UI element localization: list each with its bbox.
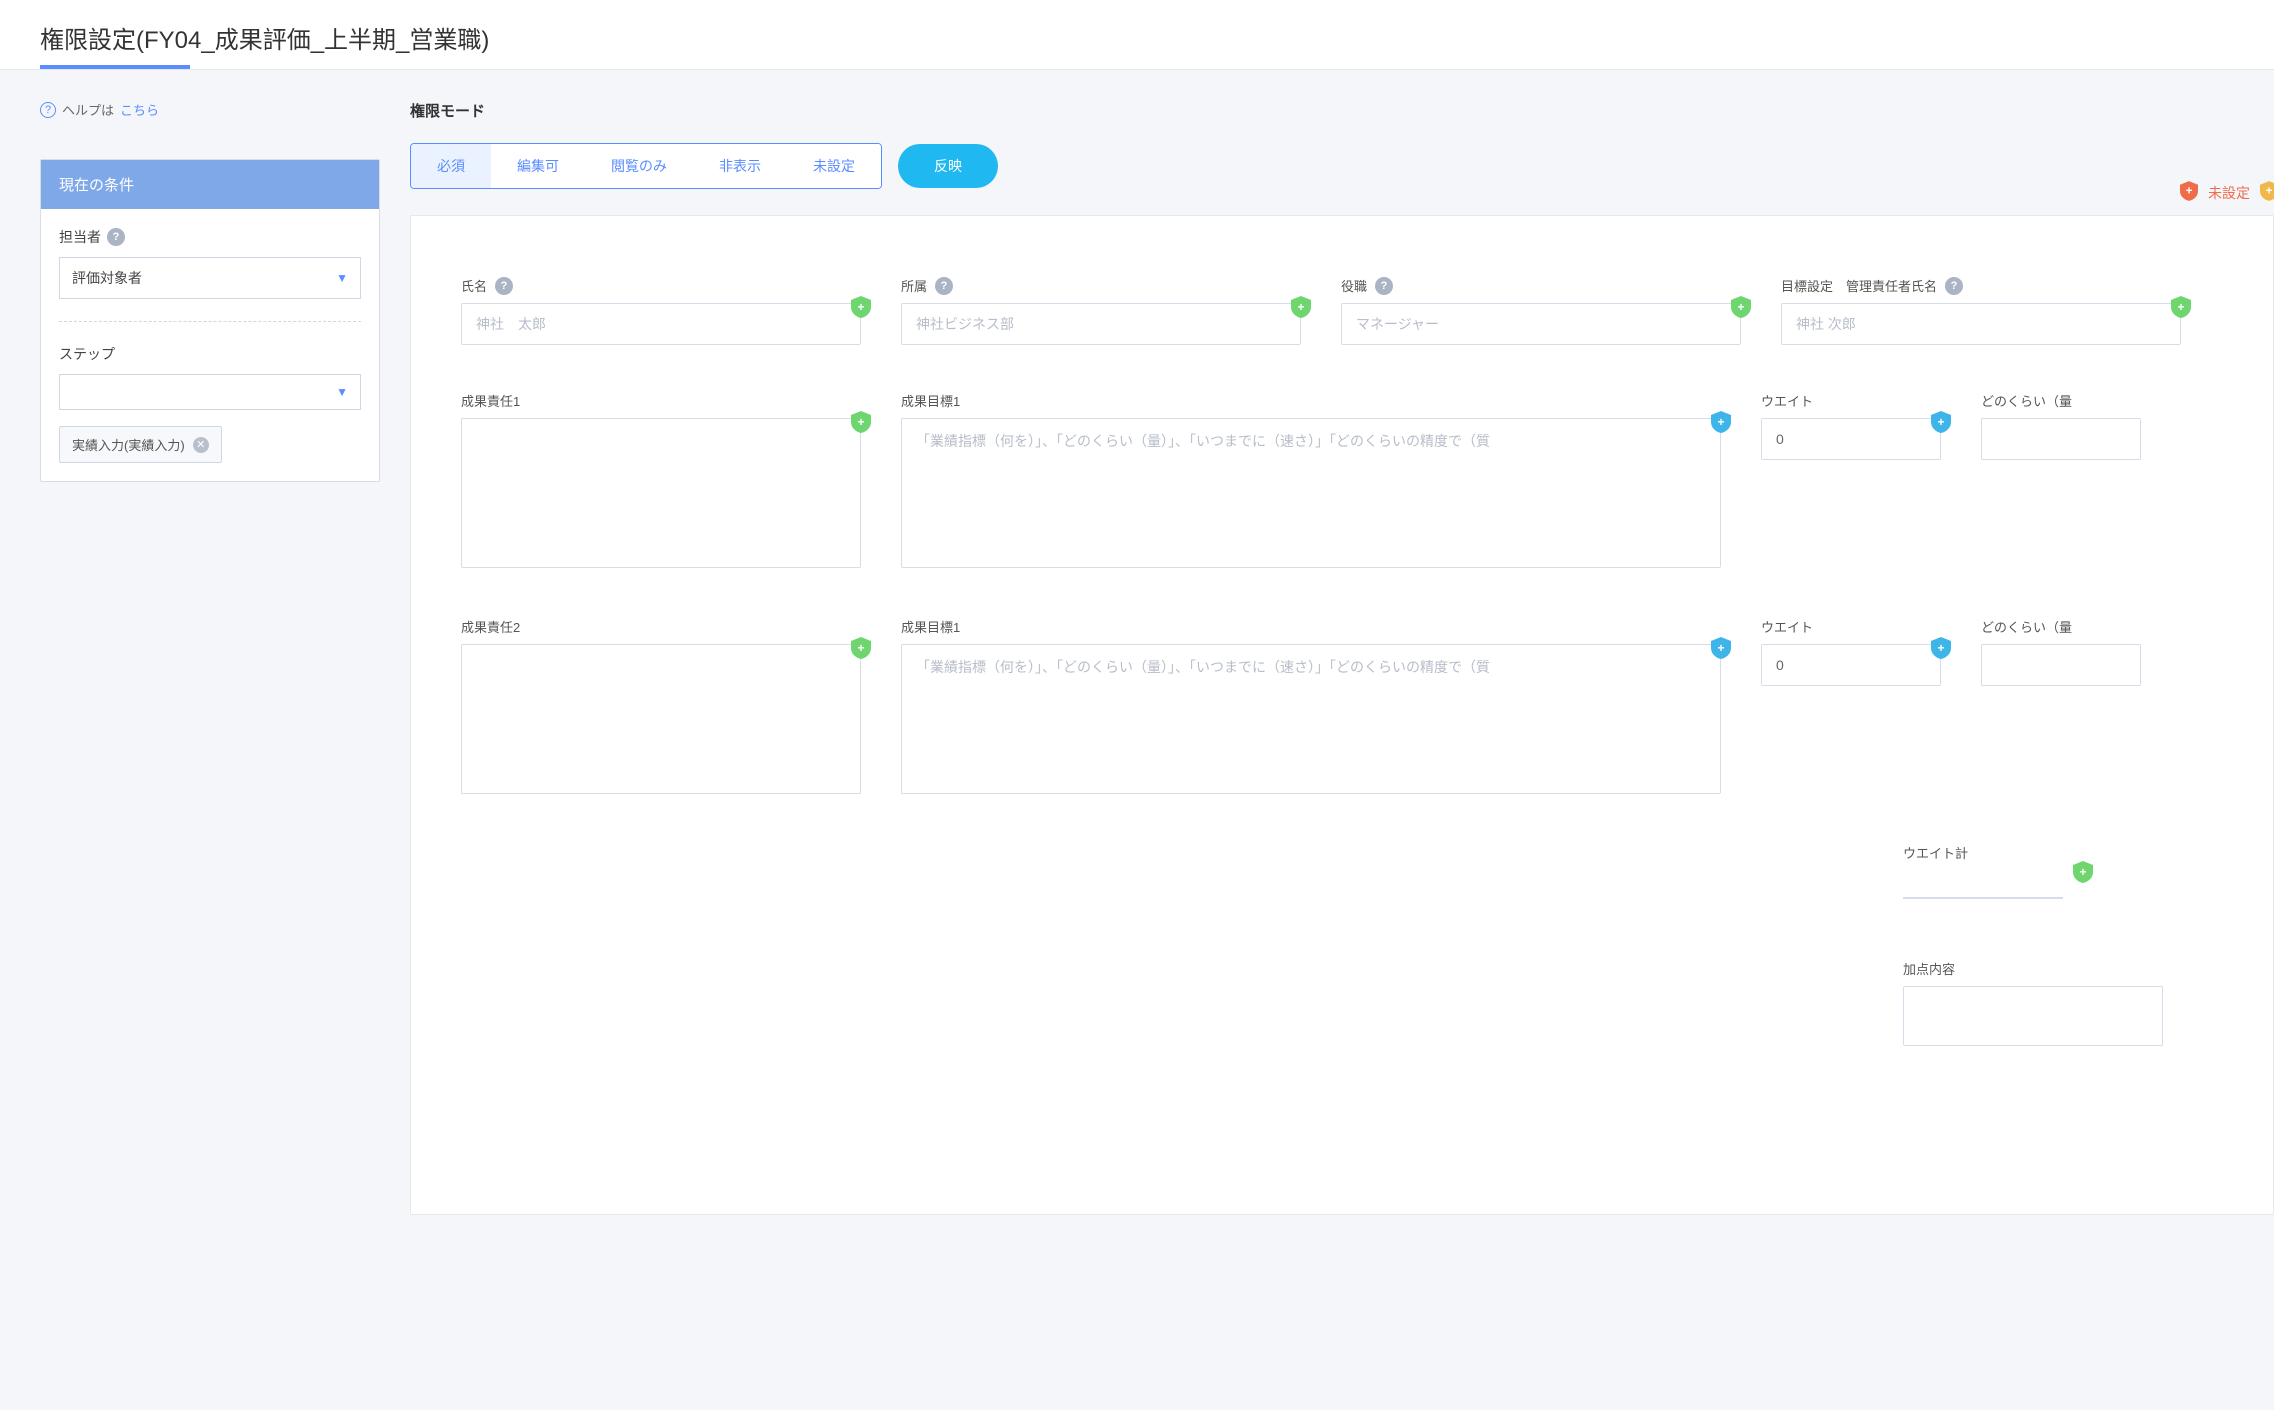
form-field: ウエイト+ [1761,391,1941,571]
chip-remove-icon[interactable]: ✕ [193,437,209,453]
help-badge-icon[interactable]: ? [495,277,513,295]
field-input[interactable] [1981,644,2141,686]
conditions-panel: 現在の条件 担当者 ? 評価対象者 ▼ ステップ ▼ [40,159,380,482]
form-field: 成果目標1+ [901,617,1721,797]
field-input[interactable] [1761,644,1941,686]
field-label: 役職 [1341,276,1367,295]
field-input[interactable] [1981,418,2141,460]
conditions-header: 現在の条件 [41,160,379,209]
form-field: 成果責任1+ [461,391,861,571]
weight-total-input[interactable] [1903,870,2063,899]
mode-label: 権限モード [410,100,2274,121]
form-row-1: 氏名?+所属?+役職?+目標設定 管理責任者氏名?+ [461,276,2223,345]
svg-text:+: + [2266,185,2273,198]
field-textarea[interactable] [461,644,861,794]
chevron-down-icon: ▼ [336,385,348,399]
shield-icon: + [2073,861,2093,883]
mode-tabs: 必須 編集可 閲覧のみ 非表示 未設定 [410,143,882,189]
mode-tab-hidden[interactable]: 非表示 [693,144,787,188]
field-label: 氏名 [461,276,487,295]
mode-tab-unset[interactable]: 未設定 [787,144,881,188]
step-label: ステップ [59,344,115,364]
shield-icon: + [851,296,871,318]
form-row-3: 成果責任2+成果目標1+ウエイト+どのくらい（量 [461,617,2223,797]
field-label: 目標設定 管理責任者氏名 [1781,276,1937,295]
field-label: 成果目標1 [901,617,960,636]
assignee-value: 評価対象者 [72,268,142,288]
field-textarea[interactable] [461,418,861,568]
help-prefix: ヘルプは [62,100,114,119]
shield-icon: + [1931,411,1951,433]
help-link-row: ? ヘルプは こちら [40,100,380,119]
bonus-content-label: 加点内容 [1903,959,1955,978]
form-field: 成果責任2+ [461,617,861,797]
form-row-5: 加点内容 [461,959,2223,1049]
shield-icon: + [2171,296,2191,318]
field-input[interactable] [1781,303,2181,345]
shield-icon: + [1931,637,1951,659]
field-textarea[interactable] [901,644,1721,794]
shield-icon: + [851,637,871,659]
svg-text:+: + [2186,185,2193,198]
form-field: 氏名?+ [461,276,861,345]
field-label: どのくらい（量 [1981,391,2072,410]
form-row-2: 成果責任1+成果目標1+ウエイト+どのくらい（量 [461,391,2223,571]
field-label: 成果責任2 [461,617,520,636]
form-row-4: ウエイト計 + [461,843,2223,899]
apply-button[interactable]: 反映 [898,144,998,188]
field-label: ウエイト [1761,617,1813,636]
status-strip: + 未設定 + [2180,181,2274,204]
field-input[interactable] [1341,303,1741,345]
mode-tab-readonly[interactable]: 閲覧のみ [585,144,693,188]
shield-icon: + [851,411,871,433]
field-label: 成果目標1 [901,391,960,410]
help-link[interactable]: こちら [120,100,159,119]
shield-icon: + [1711,411,1731,433]
form-field: どのくらい（量 [1981,391,2141,571]
field-input[interactable] [1761,418,1941,460]
shield-icon: + [1291,296,1311,318]
assignee-label: 担当者 [59,227,101,247]
chevron-down-icon: ▼ [336,271,348,285]
separator [59,321,361,322]
shield-red-icon: + [2180,181,2198,204]
form-field: ウエイト+ [1761,617,1941,797]
step-chip: 実績入力(実績入力) ✕ [59,426,222,463]
status-unset-label: 未設定 [2208,183,2250,203]
form-field: 所属?+ [901,276,1301,345]
field-textarea[interactable] [901,418,1721,568]
form-field: 役職?+ [1341,276,1741,345]
form-field: 成果目標1+ [901,391,1721,571]
help-icon: ? [40,102,56,118]
assignee-label-row: 担当者 ? [59,227,361,247]
field-label: 所属 [901,276,927,295]
form-field: 目標設定 管理責任者氏名?+ [1781,276,2181,345]
mode-tab-required[interactable]: 必須 [411,144,491,188]
step-select[interactable]: ▼ [59,374,361,410]
shield-yellow-icon: + [2260,181,2274,204]
field-label: ウエイト [1761,391,1813,410]
field-input[interactable] [901,303,1301,345]
shield-icon: + [1711,637,1731,659]
bonus-content-input[interactable] [1903,986,2163,1046]
form-canvas: 氏名?+所属?+役職?+目標設定 管理責任者氏名?+ 成果責任1+成果目標1+ウ… [410,215,2274,1215]
assignee-select[interactable]: 評価対象者 ▼ [59,257,361,299]
weight-total-label: ウエイト計 [1903,843,1968,862]
step-label-row: ステップ [59,344,361,364]
chip-label: 実績入力(実績入力) [72,435,185,454]
field-input[interactable] [461,303,861,345]
form-field: どのくらい（量 [1981,617,2141,797]
field-label: どのくらい（量 [1981,617,2072,636]
page-title: 権限設定(FY04_成果評価_上半期_営業職) [40,20,489,69]
help-badge-icon[interactable]: ? [1375,277,1393,295]
help-badge-icon[interactable]: ? [935,277,953,295]
field-label: 成果責任1 [461,391,520,410]
help-badge-icon[interactable]: ? [107,228,125,246]
help-badge-icon[interactable]: ? [1945,277,1963,295]
mode-tab-editable[interactable]: 編集可 [491,144,585,188]
shield-icon: + [1731,296,1751,318]
